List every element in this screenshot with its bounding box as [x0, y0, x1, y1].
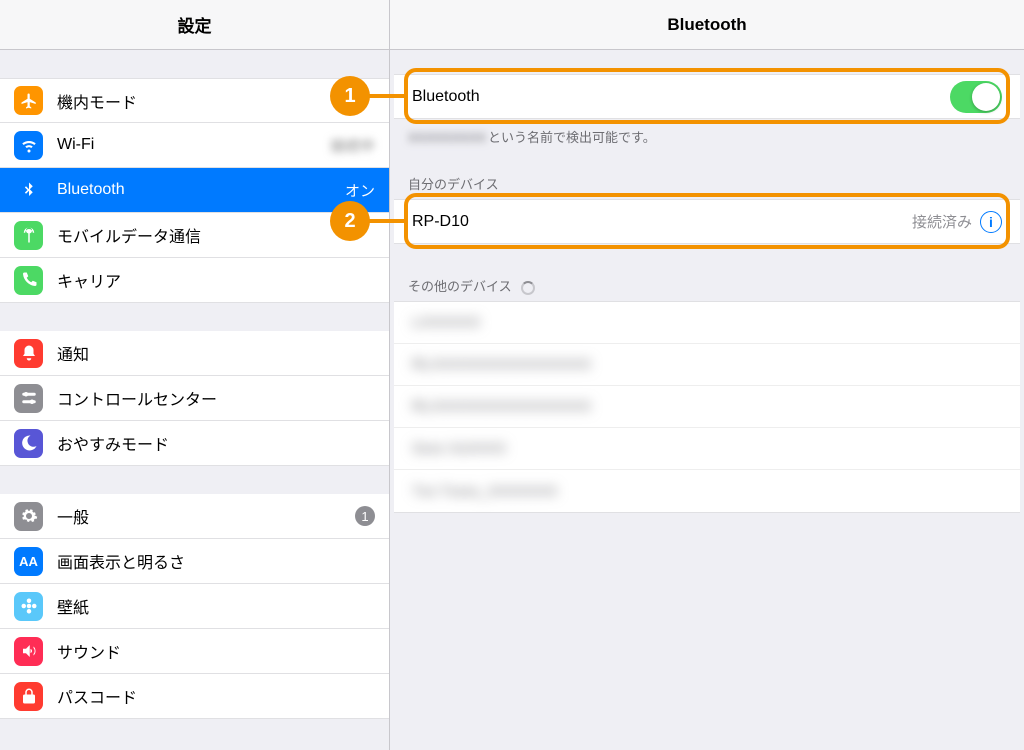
gear-icon [14, 502, 43, 531]
sidebar-item-wallpaper[interactable]: 壁紙 [0, 584, 389, 629]
sidebar-item-label: コントロールセンター [57, 386, 375, 410]
aa-icon: AA [14, 547, 43, 576]
sidebar-item-label: サウンド [57, 639, 375, 663]
sidebar-item-sounds[interactable]: サウンド [0, 629, 389, 674]
my-devices-label: 自分のデバイス [390, 168, 1024, 199]
sidebar-item-display[interactable]: AA 画面表示と明るさ [0, 539, 389, 584]
my-device-row[interactable]: RP-D10 接続済み i [394, 199, 1020, 244]
my-device-name: RP-D10 [412, 213, 912, 231]
annotation-callout-1: 1 [330, 76, 370, 116]
other-device-name: RLXXXXXXXXXXXXXXXX [412, 356, 591, 373]
antenna-icon [14, 221, 43, 250]
bt-icon [14, 176, 43, 205]
other-device-name: Txx Txxxx_XXXXXXX [412, 483, 558, 500]
phone-icon [14, 266, 43, 295]
other-device-name: LXXXXXX [412, 314, 480, 331]
bluetooth-toggle-row[interactable]: Bluetooth [394, 74, 1020, 119]
sidebar-item-bluetooth[interactable]: Bluetoothオン [0, 168, 389, 213]
plane-icon [14, 86, 43, 115]
speaker-icon [14, 637, 43, 666]
other-device-name: RLXXXXXXXXXXXXXXXX [412, 398, 591, 415]
detail-title: Bluetooth [390, 0, 1024, 50]
sidebar-item-label: Bluetooth [57, 181, 345, 199]
other-device-row[interactable]: RLXXXXXXXXXXXXXXXX [394, 344, 1020, 386]
moon-icon [14, 429, 43, 458]
sidebar-item-label: 画面表示と明るさ [57, 549, 375, 573]
spinner-icon [521, 281, 535, 295]
sidebar-item-label: モバイルデータ通信 [57, 223, 375, 247]
sidebar-item-label: キャリア [57, 268, 375, 292]
sidebar-item-value: オン [345, 180, 375, 201]
sidebar-item-general[interactable]: 一般1 [0, 494, 389, 539]
badge-count: 1 [355, 506, 375, 526]
other-devices-label: その他のデバイス [390, 270, 1024, 301]
discoverable-caption: XXXXXXXXXという名前で検出可能です。 [390, 119, 1024, 146]
bell-icon [14, 339, 43, 368]
wifi-icon [14, 131, 43, 160]
sidebar-item-passcode[interactable]: パスコード [0, 674, 389, 719]
sidebar-item-label: パスコード [57, 684, 375, 708]
detail-pane: Bluetooth 1 Bluetooth XXXXXXXXXという名前で検出可… [390, 0, 1024, 750]
sidebar-item-wifi[interactable]: Wi-Fi接続中 [0, 123, 389, 168]
sidebar-title: 設定 [0, 0, 389, 50]
switches-icon [14, 384, 43, 413]
sidebar-item-carrier[interactable]: キャリア [0, 258, 389, 303]
sidebar-item-label: 通知 [57, 341, 375, 365]
annotation-callout-2: 2 [330, 201, 370, 241]
bluetooth-toggle-label: Bluetooth [412, 88, 950, 106]
sidebar-item-controlcenter[interactable]: コントロールセンター [0, 376, 389, 421]
other-device-row[interactable]: Sxxx XxXXXX [394, 428, 1020, 470]
sidebar-item-label: 機内モード [57, 89, 375, 113]
lock-icon [14, 682, 43, 711]
sidebar-item-dnd[interactable]: おやすみモード [0, 421, 389, 466]
other-device-row[interactable]: LXXXXXX [394, 302, 1020, 344]
sidebar-item-label: おやすみモード [57, 431, 375, 455]
other-devices-list: LXXXXXX RLXXXXXXXXXXXXXXXX RLXXXXXXXXXXXXX… [394, 301, 1020, 513]
other-device-row[interactable]: RLXXXXXXXXXXXXXXXX [394, 386, 1020, 428]
flower-icon [14, 592, 43, 621]
sidebar-item-label: 一般 [57, 504, 355, 528]
sidebar-item-label: 壁紙 [57, 594, 375, 618]
my-device-status: 接続済み [912, 211, 972, 232]
other-device-row[interactable]: Txx Txxxx_XXXXXXX [394, 470, 1020, 512]
bluetooth-toggle-switch[interactable] [950, 81, 1002, 113]
other-device-name: Sxxx XxXXXX [412, 440, 506, 457]
sidebar-item-value: 接続中 [330, 135, 375, 156]
info-icon[interactable]: i [980, 211, 1002, 233]
sidebar-item-label: Wi-Fi [57, 136, 330, 154]
settings-sidebar: 設定 機内モードWi-Fi接続中Bluetoothオンモバイルデータ通信キャリア… [0, 0, 390, 750]
sidebar-item-notifications[interactable]: 通知 [0, 331, 389, 376]
